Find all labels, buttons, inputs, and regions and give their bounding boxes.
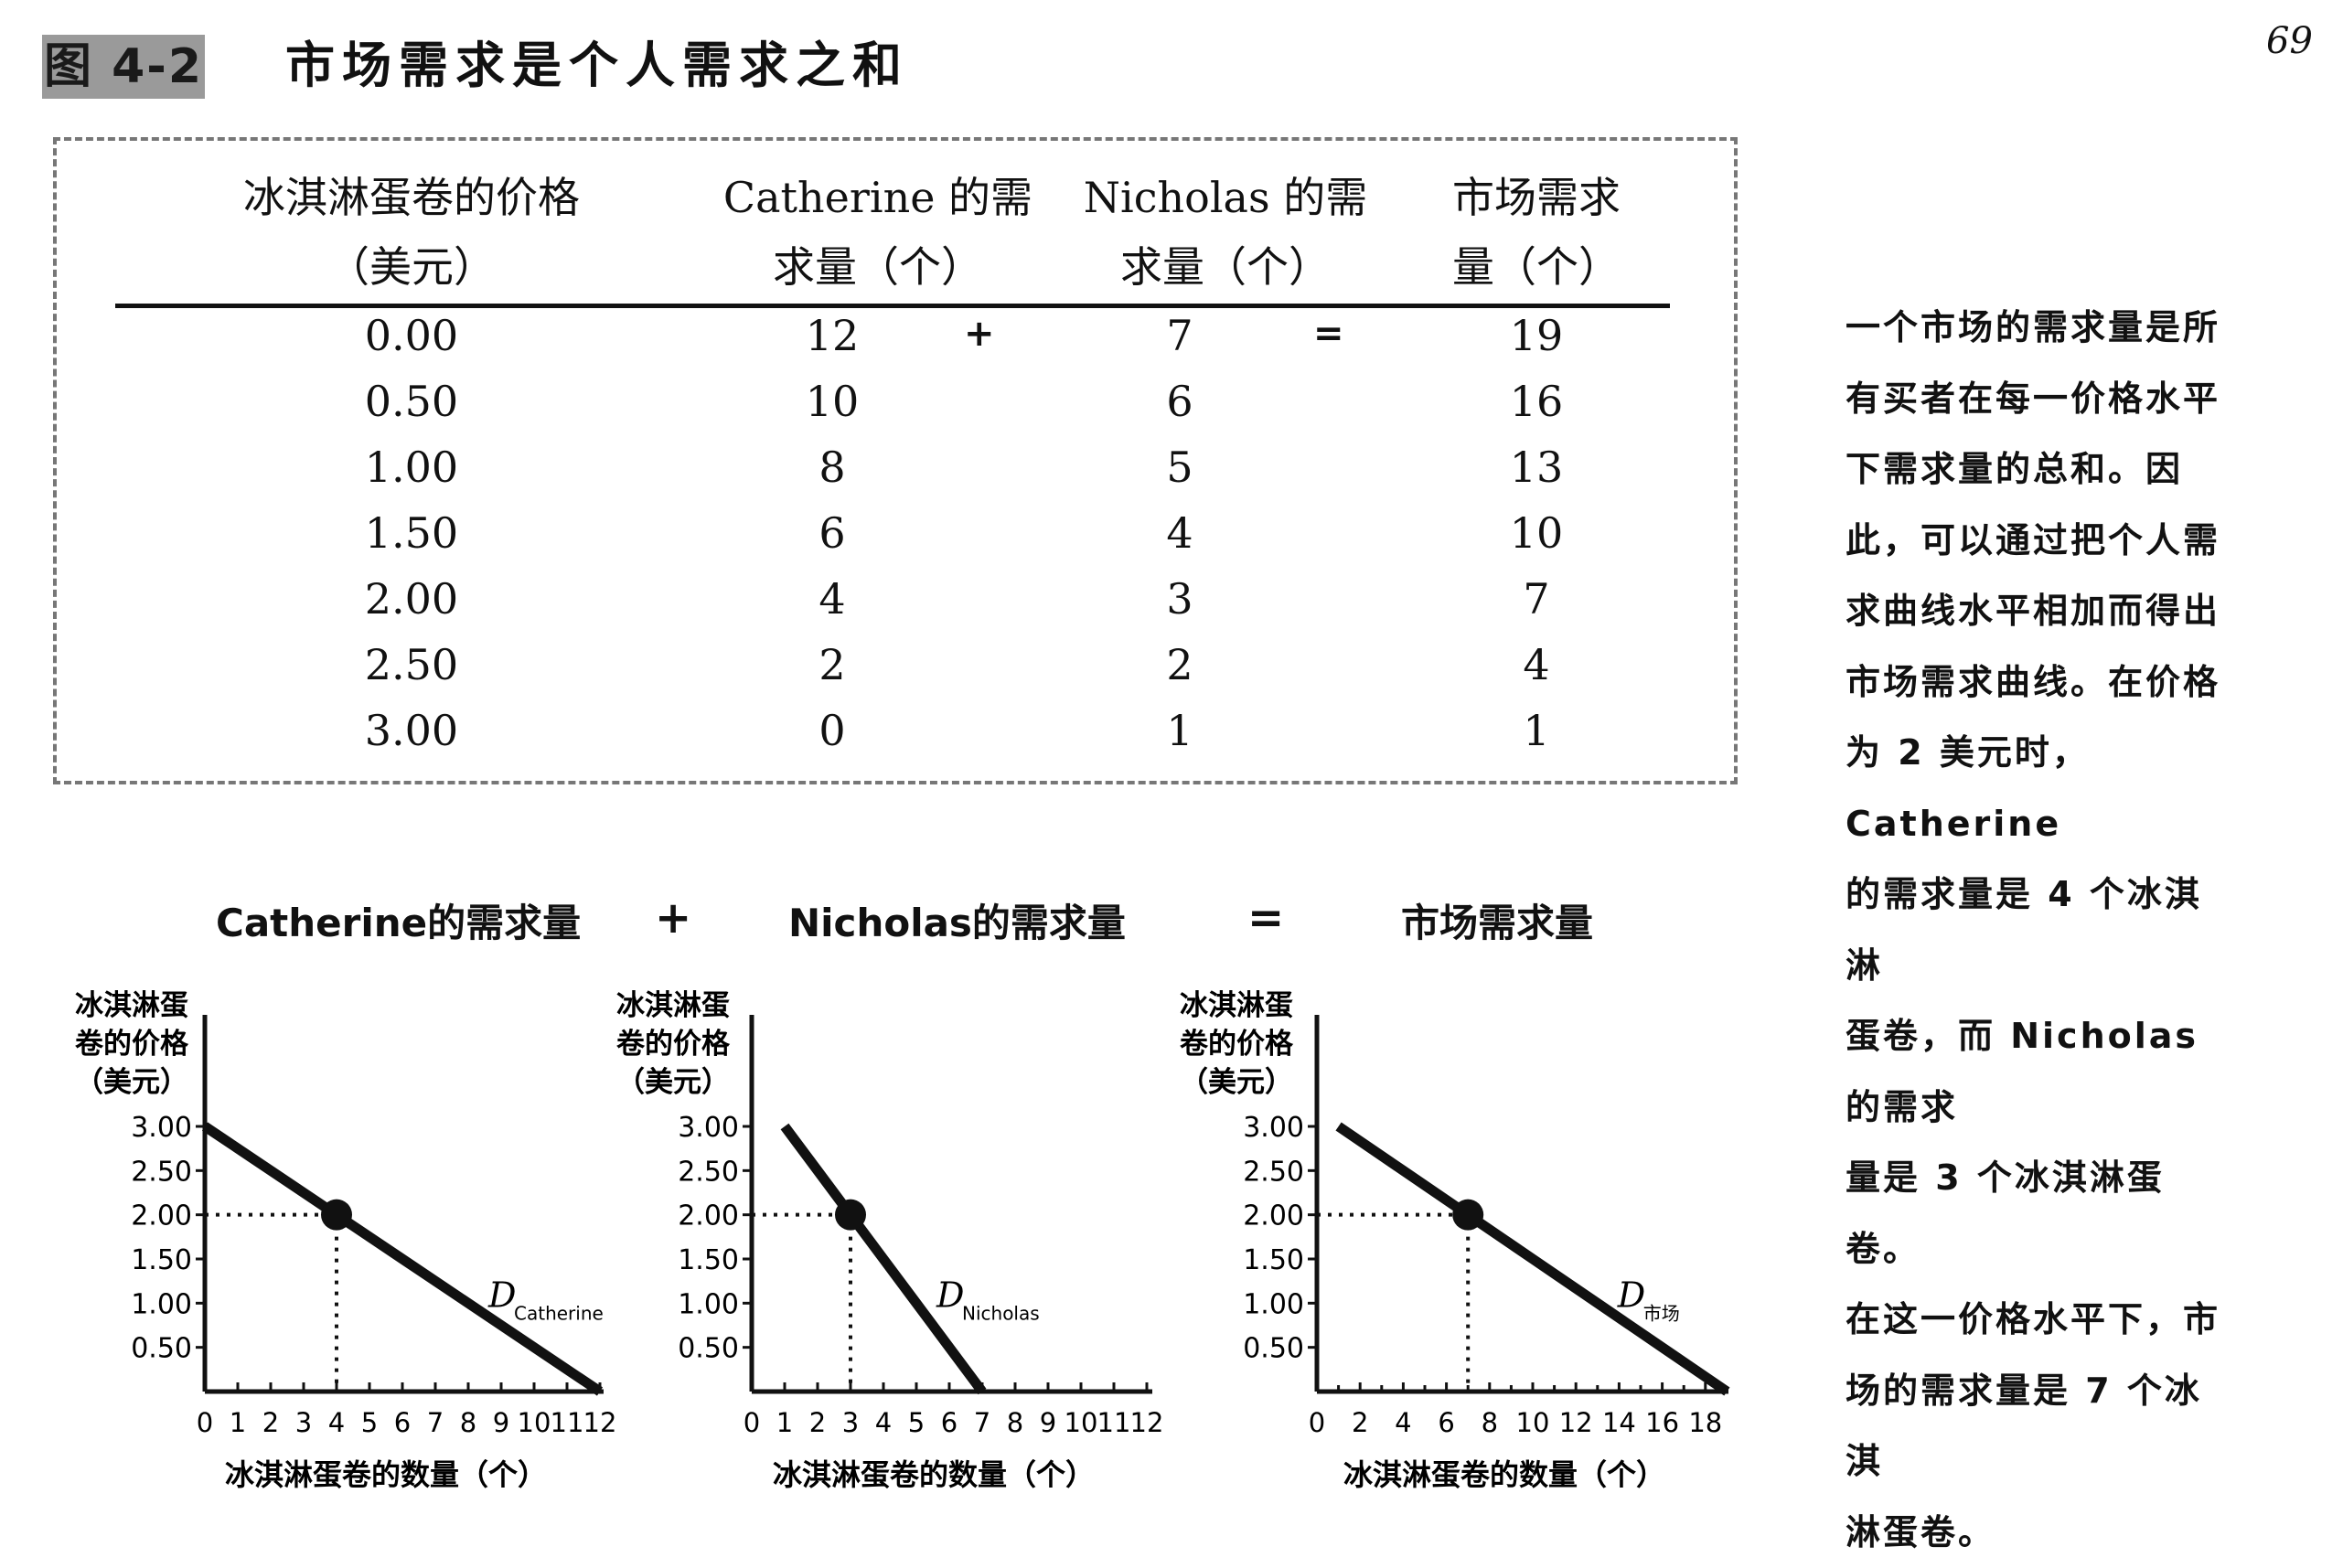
x-tick-label: 5 [908, 1407, 925, 1438]
x-tick-label: 10 [1065, 1407, 1098, 1438]
x-tick-label: 11 [551, 1407, 584, 1438]
x-axis-label: 冰淇淋蛋卷的数量（个） [225, 1457, 547, 1492]
x-tick-label: 1 [230, 1407, 246, 1438]
x-tick-label: 5 [361, 1407, 378, 1438]
demand-curve [205, 1126, 600, 1392]
y-tick-label: 3.00 [131, 1112, 192, 1144]
y-tick-label: 3.00 [678, 1112, 739, 1144]
y-axis-label: （美元） [616, 1066, 730, 1099]
curve-label: D [936, 1275, 964, 1315]
y-axis-label: 卷的价格 [75, 1028, 189, 1061]
y-tick-label: 2.50 [678, 1156, 739, 1188]
equilibrium-point [321, 1200, 352, 1231]
x-tick-label: 0 [744, 1407, 760, 1438]
x-tick-label: 7 [974, 1407, 990, 1438]
y-tick-label: 2.50 [1243, 1156, 1304, 1188]
x-tick-label: 2 [809, 1407, 826, 1438]
y-axis-label: 卷的价格 [616, 1028, 731, 1061]
x-tick-label: 9 [493, 1407, 509, 1438]
x-tick-label: 0 [197, 1407, 213, 1438]
y-tick-label: 1.00 [1243, 1288, 1304, 1320]
curve-label-subscript: 市场 [1643, 1302, 1680, 1324]
x-tick-label: 18 [1688, 1407, 1722, 1438]
x-tick-label: 1 [776, 1407, 793, 1438]
x-tick-label: 12 [583, 1407, 617, 1438]
y-axis-label: 冰淇淋蛋 [75, 989, 188, 1022]
x-tick-label: 3 [842, 1407, 859, 1438]
y-tick-label: 2.00 [1243, 1200, 1304, 1232]
x-tick-label: 4 [875, 1407, 892, 1438]
y-axis-label: 卷的价格 [1180, 1028, 1294, 1061]
y-axis-label: （美元） [1180, 1066, 1293, 1099]
y-tick-label: 0.50 [131, 1333, 192, 1365]
demand-curves-chart: 0.501.001.502.002.503.000123456789101112… [0, 0, 2343, 1534]
y-tick-label: 1.00 [678, 1288, 739, 1320]
y-axis-label: （美元） [75, 1066, 188, 1099]
y-axis-label: 冰淇淋蛋 [616, 989, 730, 1022]
demand-curve [1339, 1126, 1728, 1392]
x-tick-label: 6 [941, 1407, 958, 1438]
x-tick-label: 12 [1559, 1407, 1593, 1438]
y-tick-label: 3.00 [1243, 1112, 1304, 1144]
x-tick-label: 10 [518, 1407, 551, 1438]
x-tick-label: 8 [460, 1407, 476, 1438]
x-tick-label: 4 [1395, 1407, 1411, 1438]
x-tick-label: 14 [1602, 1407, 1636, 1438]
x-tick-label: 12 [1130, 1407, 1164, 1438]
x-tick-label: 9 [1040, 1407, 1056, 1438]
curve-label: D [487, 1275, 516, 1315]
x-tick-label: 7 [427, 1407, 444, 1438]
curve-label-subscript: Nicholas [962, 1302, 1040, 1324]
x-axis-label: 冰淇淋蛋卷的数量（个） [773, 1457, 1095, 1492]
x-tick-label: 2 [262, 1407, 279, 1438]
x-tick-label: 4 [328, 1407, 345, 1438]
y-axis-label: 冰淇淋蛋 [1180, 989, 1293, 1022]
x-tick-label: 6 [1438, 1407, 1454, 1438]
equilibrium-point [835, 1200, 866, 1231]
y-tick-label: 2.00 [678, 1200, 739, 1232]
x-tick-label: 8 [1007, 1407, 1023, 1438]
equilibrium-point [1452, 1200, 1483, 1231]
x-tick-label: 11 [1097, 1407, 1131, 1438]
x-tick-label: 16 [1645, 1407, 1679, 1438]
x-tick-label: 2 [1352, 1407, 1368, 1438]
x-tick-label: 10 [1516, 1407, 1550, 1438]
y-tick-label: 0.50 [678, 1333, 739, 1365]
y-tick-label: 0.50 [1243, 1333, 1304, 1365]
y-tick-label: 1.50 [678, 1244, 739, 1276]
x-axis-label: 冰淇淋蛋卷的数量（个） [1343, 1457, 1665, 1492]
curve-label-subscript: Catherine [514, 1302, 604, 1324]
x-tick-label: 3 [295, 1407, 312, 1438]
y-tick-label: 1.50 [1243, 1244, 1304, 1276]
y-tick-label: 1.50 [131, 1244, 192, 1276]
x-tick-label: 0 [1309, 1407, 1325, 1438]
y-tick-label: 2.50 [131, 1156, 192, 1188]
x-tick-label: 8 [1482, 1407, 1498, 1438]
y-tick-label: 1.00 [131, 1288, 192, 1320]
demand-curve [785, 1126, 982, 1392]
y-tick-label: 2.00 [131, 1200, 192, 1232]
x-tick-label: 6 [394, 1407, 411, 1438]
curve-label: D [1617, 1275, 1645, 1315]
